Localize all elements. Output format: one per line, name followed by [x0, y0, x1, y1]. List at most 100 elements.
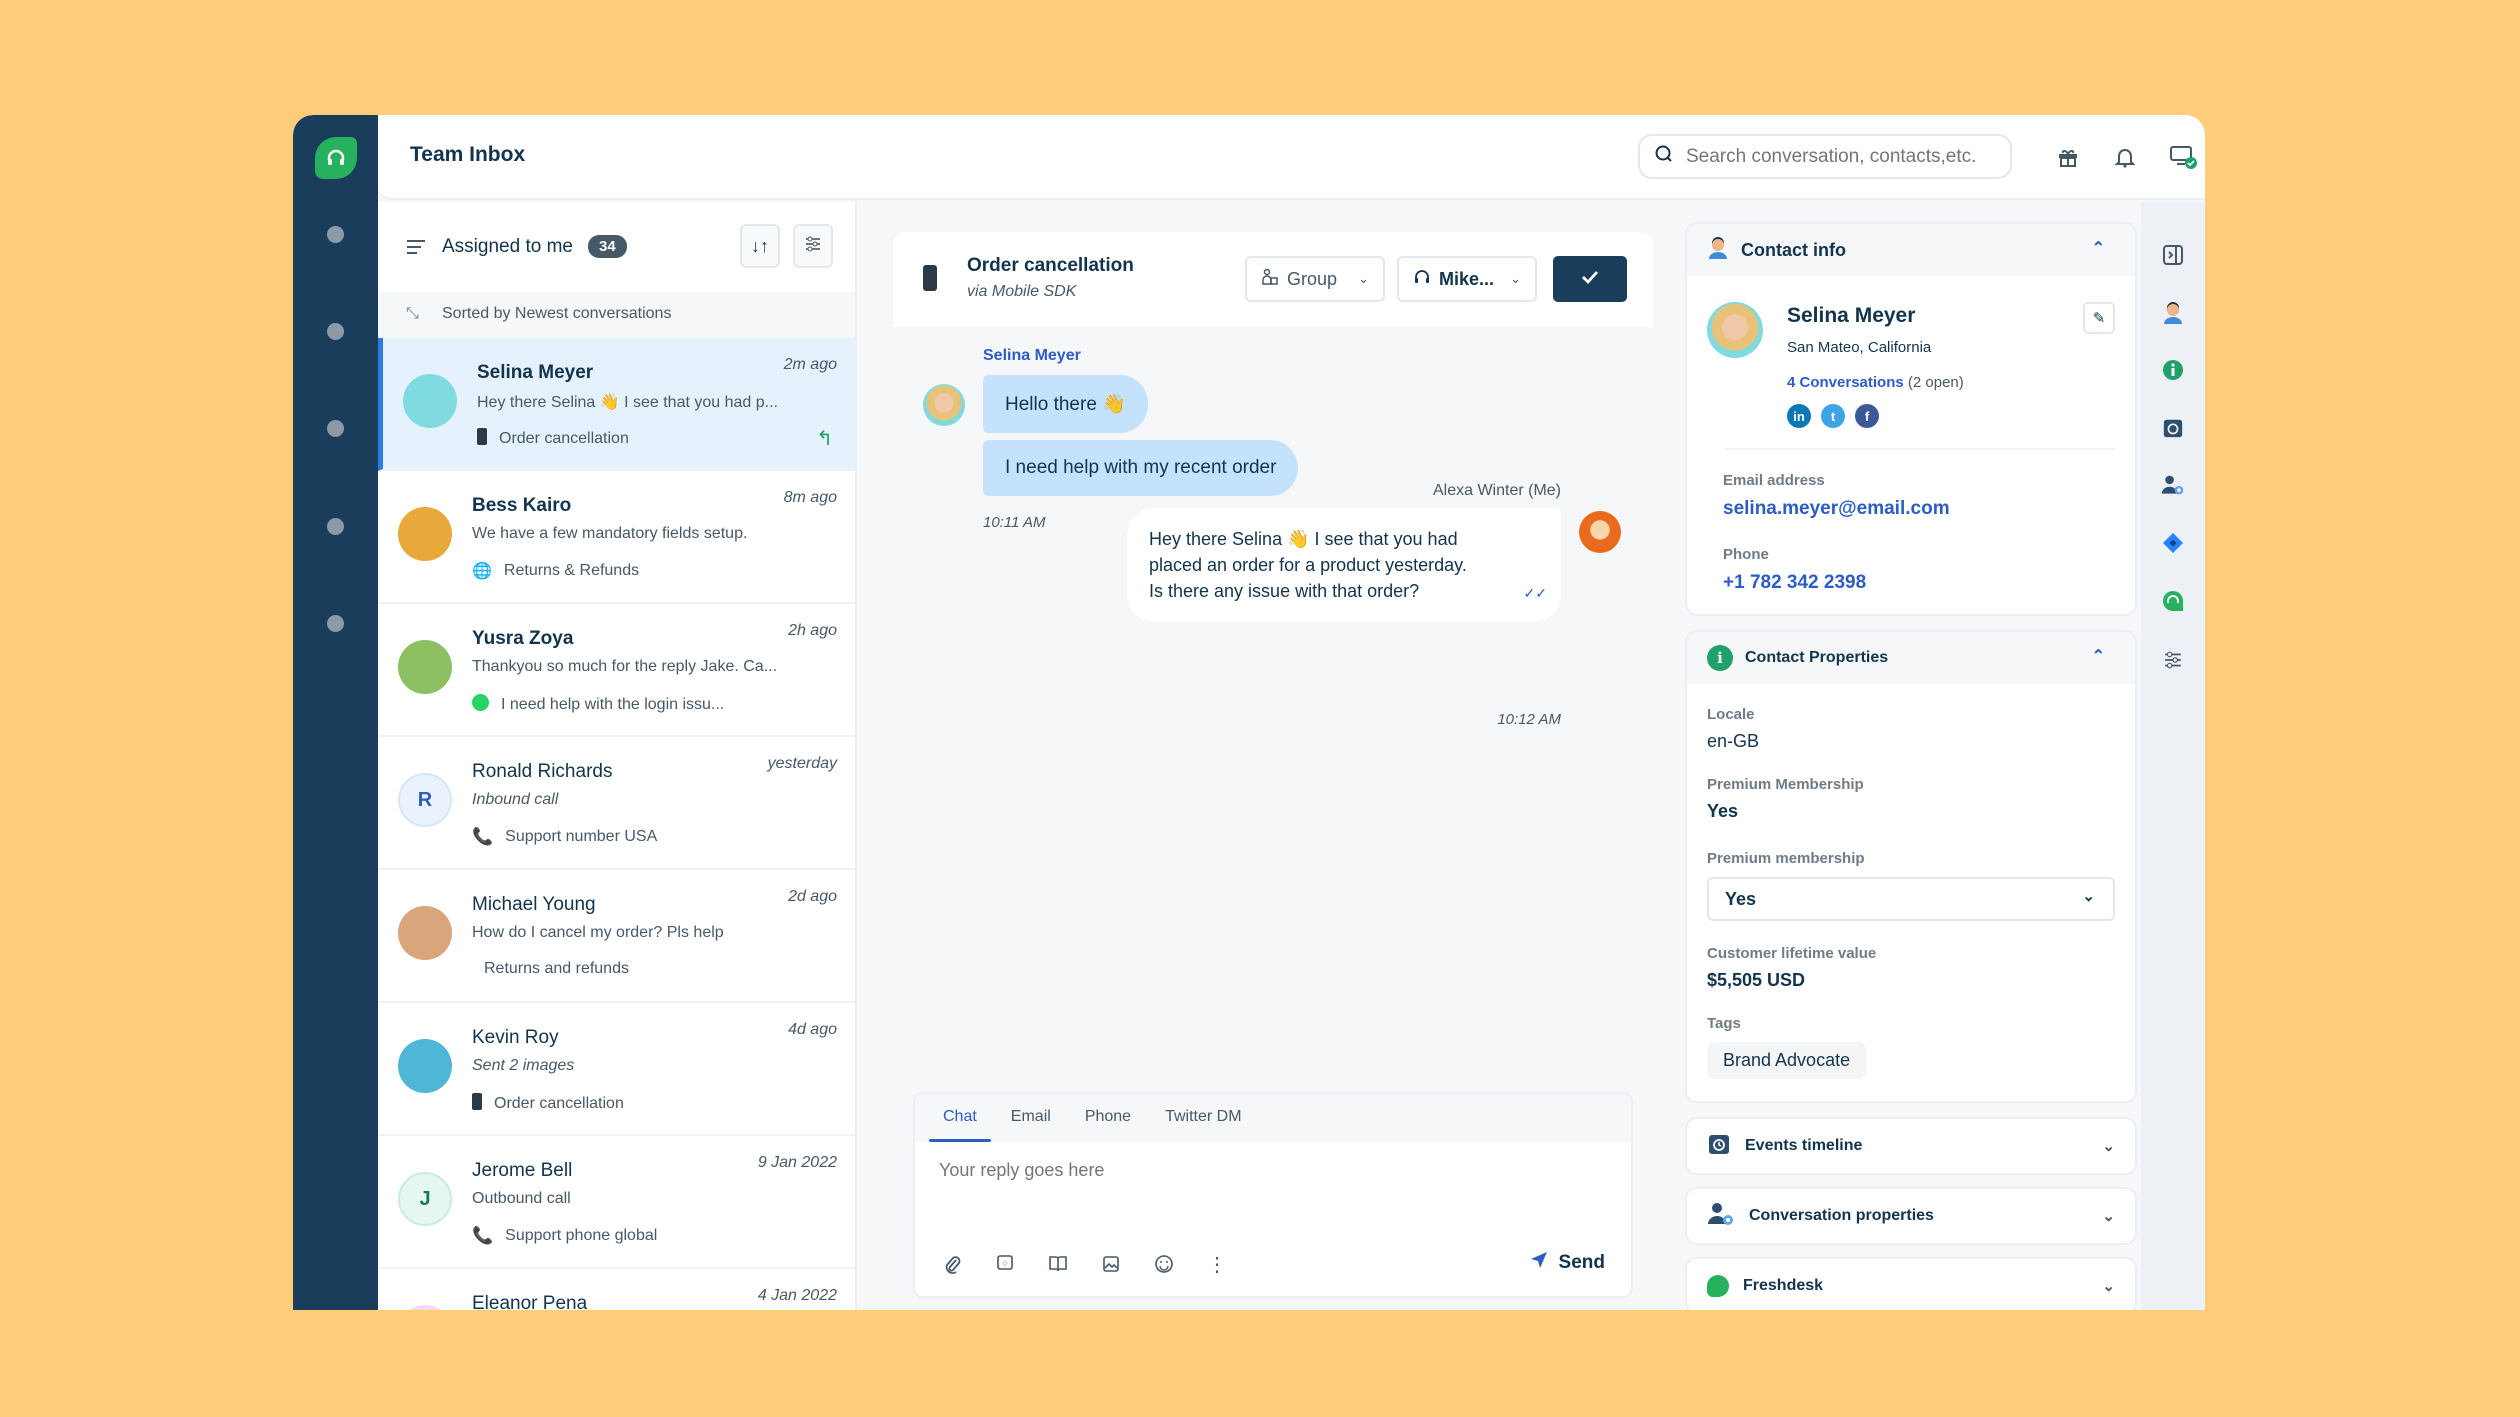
conversation-properties-icon[interactable]	[2161, 473, 2185, 497]
conversation-item[interactable]: Bess Kairo 8m ago We have a few mandatory …	[378, 471, 855, 604]
avatar: J	[398, 1172, 452, 1226]
timestamp: 9 Jan 2022	[757, 1154, 837, 1171]
contact-info-header[interactable]: Contact info ⌃	[1687, 224, 2135, 276]
svg-text:☆: ☆	[1001, 1259, 1008, 1268]
topic-label: I need help with the login issu...	[501, 696, 725, 713]
reply-input[interactable]	[939, 1160, 1589, 1200]
facebook-icon[interactable]: f	[1855, 404, 1879, 428]
timestamp: yesterday	[767, 755, 837, 772]
sort-button[interactable]: ↓↑	[740, 224, 780, 268]
emoji-icon[interactable]	[1149, 1249, 1179, 1279]
bell-icon[interactable]	[2105, 137, 2145, 177]
tab-email[interactable]: Email	[997, 1094, 1065, 1142]
left-nav	[293, 115, 378, 1310]
contact-properties-header[interactable]: i Contact Properties ⌃	[1687, 632, 2135, 684]
search-box[interactable]	[1638, 134, 2012, 179]
conversation-item[interactable]: R Ronald Richards yesterday Inbound call 📞 Su…	[378, 737, 855, 870]
resolve-button[interactable]	[1553, 256, 1627, 302]
contact-info-icon	[1707, 236, 1729, 265]
search-input[interactable]	[1686, 145, 1996, 168]
conversation-item[interactable]: Selina Meyer 2m ago Hey there Selina 👋 I s…	[378, 338, 855, 471]
email-label: Email address	[1723, 472, 1825, 489]
conversation-item[interactable]: Michael Young 2d ago How do I cancel my or…	[378, 870, 855, 1003]
conversation-properties-section[interactable]: Conversation properties ⌄	[1685, 1187, 2137, 1245]
jira-icon[interactable]	[2161, 531, 2185, 555]
filter-label[interactable]: Assigned to me	[442, 236, 573, 258]
phone-link[interactable]: +1 782 342 2398	[1723, 572, 1866, 594]
conversations-link[interactable]: 4 Conversations	[1787, 374, 1904, 391]
incoming-sender: Selina Meyer	[983, 347, 1081, 364]
conversation-item[interactable]: Yusra Zoya 2h ago Thankyou so much for the…	[378, 604, 855, 737]
twitter-icon[interactable]: t	[1821, 404, 1845, 428]
tab-chat[interactable]: Chat	[929, 1094, 991, 1142]
avatar	[398, 906, 452, 960]
chevron-up-icon[interactable]: ⌃	[2092, 238, 2105, 258]
status-monitor-icon[interactable]	[2164, 137, 2204, 177]
sort-icon: ↓↑	[751, 235, 769, 256]
filter-button[interactable]	[793, 224, 833, 268]
freshdesk-section[interactable]: Freshdesk ⌄	[1685, 1257, 2137, 1310]
more-icon[interactable]: ⋮	[1202, 1249, 1232, 1279]
collapse-panel-icon[interactable]	[2161, 243, 2185, 267]
conversation-item[interactable]: Eleanor Pena 4 Jan 2022	[378, 1269, 855, 1310]
tab-twitter-dm[interactable]: Twitter DM	[1151, 1094, 1255, 1142]
info-icon[interactable]	[2161, 358, 2185, 382]
conversation-topic: Returns and refunds	[472, 960, 629, 978]
contact-info-body: Selina Meyer San Mateo, California 4 Con…	[1687, 276, 2135, 614]
contact-info-title: Contact info	[1741, 239, 1846, 260]
knowledge-base-icon[interactable]	[1043, 1249, 1073, 1279]
avatar	[403, 374, 457, 428]
events-timeline-icon[interactable]	[2161, 416, 2185, 440]
send-button[interactable]: Send	[1529, 1250, 1605, 1276]
contact-name: Michael Young	[472, 894, 596, 915]
menu-icon[interactable]	[406, 238, 426, 261]
tab-phone[interactable]: Phone	[1071, 1094, 1145, 1142]
incoming-message: I need help with my recent order	[983, 440, 1299, 496]
outgoing-timestamp: 10:12 AM	[1497, 711, 1561, 728]
email-link[interactable]: selina.meyer@email.com	[1723, 498, 1950, 520]
nav-item-1[interactable]	[327, 226, 344, 243]
nav-item-2[interactable]	[327, 323, 344, 340]
topic-label: Support phone global	[505, 1227, 658, 1244]
sort-bar: ⤡ Sorted by Newest conversations	[378, 292, 855, 338]
agent-dropdown[interactable]: Mike... ⌄	[1397, 256, 1537, 302]
contact-info-icon[interactable]	[2161, 301, 2185, 325]
nav-item-3[interactable]	[327, 420, 344, 437]
group-dropdown[interactable]: Group ⌄	[1245, 256, 1385, 302]
events-timeline-section[interactable]: Events timeline ⌄	[1685, 1117, 2137, 1175]
count-badge: 34	[588, 235, 627, 258]
settings-sliders-icon[interactable]	[2161, 648, 2185, 672]
mobile-icon	[472, 1093, 482, 1115]
contact-info-card: Contact info ⌃ Selina Meyer San Mateo, C…	[1685, 222, 2137, 616]
avatar	[398, 1039, 452, 1093]
contact-location: San Mateo, California	[1787, 339, 1932, 356]
nav-item-5[interactable]	[327, 615, 344, 632]
gift-icon[interactable]	[2048, 137, 2088, 177]
phone-icon: 📞	[472, 827, 494, 846]
premium-label: Premium Membership	[1707, 776, 1864, 793]
canned-response-icon[interactable]: ☆	[990, 1249, 1020, 1279]
info-icon: i	[1707, 645, 1733, 671]
image-icon[interactable]	[1096, 1249, 1126, 1279]
pencil-icon: ✎	[2092, 310, 2106, 327]
chevron-up-icon[interactable]: ⌃	[2092, 646, 2105, 666]
divider	[1725, 448, 2115, 450]
message-preview: Sent 2 images	[472, 1057, 575, 1074]
group-icon	[1261, 268, 1279, 291]
avatar	[398, 1305, 452, 1310]
nav-item-4[interactable]	[327, 518, 344, 535]
chat-header: Order cancellation via Mobile SDK Group …	[893, 232, 1653, 327]
conversation-item[interactable]: J Jerome Bell 9 Jan 2022 Outbound call 📞 Supp…	[378, 1136, 855, 1269]
freshdesk-icon[interactable]	[2161, 589, 2185, 613]
attachment-icon[interactable]	[937, 1249, 967, 1279]
page-title: Team Inbox	[410, 143, 526, 166]
linkedin-icon[interactable]: in	[1787, 404, 1811, 428]
edit-contact-button[interactable]: ✎	[2083, 302, 2115, 334]
freshdesk-logo-icon[interactable]	[315, 137, 357, 179]
tag-chip[interactable]: Brand Advocate	[1707, 1042, 1867, 1079]
conversation-title: Order cancellation	[967, 255, 1134, 276]
premium-select[interactable]: Yes ⌄	[1707, 877, 2115, 921]
agent-avatar	[1579, 511, 1621, 553]
topic-label: Support number USA	[505, 828, 658, 845]
conversation-item[interactable]: Kevin Roy 4d ago Sent 2 images Order cancel…	[378, 1003, 855, 1136]
